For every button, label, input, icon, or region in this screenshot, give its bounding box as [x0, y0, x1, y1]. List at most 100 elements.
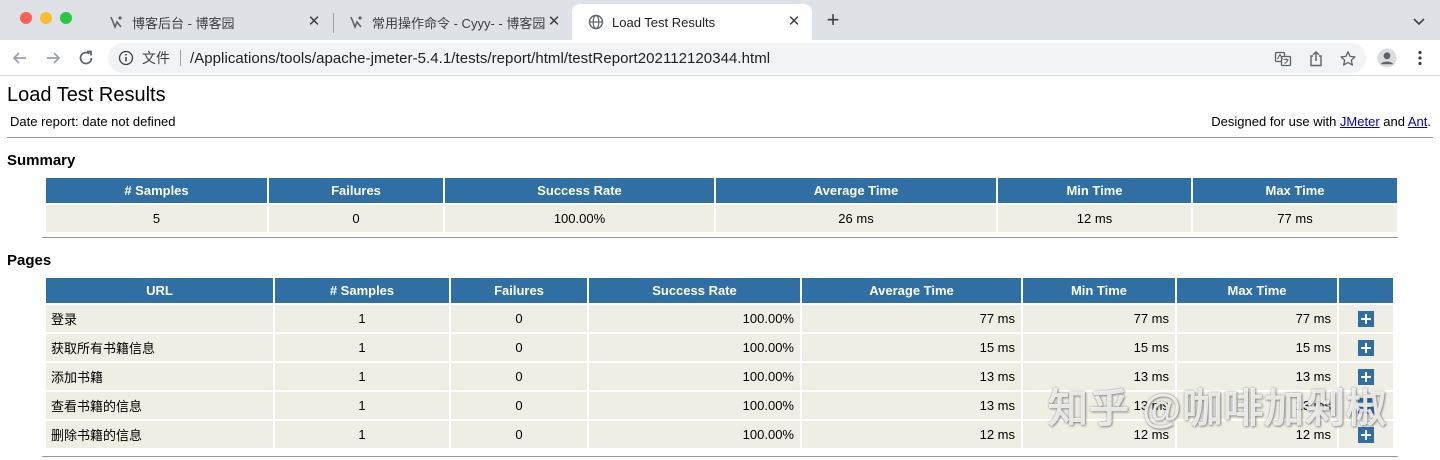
header-divider: [7, 137, 1433, 138]
table-cell: 5: [46, 205, 267, 232]
column-header: [1339, 278, 1393, 303]
column-header: Success Rate: [589, 278, 800, 303]
designed-prefix: Designed for use with: [1211, 114, 1340, 129]
tab-title: 博客后台 - 博客园: [132, 15, 235, 31]
expand-plus-icon[interactable]: [1358, 339, 1374, 356]
table-row: 获取所有书籍信息 1 0 100.00% 15 ms 15 ms 15 ms: [46, 334, 1393, 361]
table-cell: 0: [269, 205, 443, 232]
jmeter-link[interactable]: JMeter: [1340, 114, 1380, 129]
expand-cell: [1339, 334, 1393, 361]
column-header: # Samples: [275, 278, 449, 303]
url-cell: 添加书籍: [46, 363, 273, 390]
table-cell: 15 ms: [802, 334, 1021, 361]
tab-common-commands[interactable]: 常用操作命令 - Cyyy- - 博客园 ✕: [332, 4, 572, 40]
forward-icon[interactable]: [43, 48, 63, 68]
column-header: Min Time: [1023, 278, 1175, 303]
tab-blog-admin[interactable]: 博客后台 - 博客园 ✕: [92, 4, 332, 40]
url-cell: 登录: [46, 305, 273, 332]
column-header: Average Time: [802, 278, 1021, 303]
table-cell: 1: [275, 421, 449, 448]
tab-bar: 博客后台 - 博客园 ✕ 常用操作命令 - Cyyy- - 博客园 ✕ Load…: [0, 0, 1440, 40]
table-header-row: URL # Samples Failures Success Rate Aver…: [46, 278, 1393, 303]
new-tab-button[interactable]: +: [822, 9, 844, 32]
table-cell: 12 ms: [802, 421, 1021, 448]
designed-and: and: [1379, 114, 1408, 129]
table-cell: 0: [451, 305, 587, 332]
summary-divider: [42, 237, 1398, 238]
table-cell: 100.00%: [589, 334, 800, 361]
close-tab-icon[interactable]: ✕: [546, 14, 562, 30]
table-cell: 100.00%: [589, 363, 800, 390]
url-cell: 删除书籍的信息: [46, 421, 273, 448]
summary-heading: Summary: [7, 152, 76, 169]
table-cell: 0: [451, 392, 587, 419]
table-cell: 77 ms: [802, 305, 1021, 332]
tab-load-test-results[interactable]: Load Test Results ✕: [572, 4, 812, 40]
chevron-down-icon[interactable]: [1410, 12, 1428, 30]
reload-icon[interactable]: [76, 48, 96, 68]
column-header: Success Rate: [445, 178, 714, 203]
designed-for-note: Designed for use with JMeter and Ant.: [1211, 114, 1431, 129]
table-cell: 100.00%: [445, 205, 714, 232]
table-header-row: # Samples Failures Success Rate Average …: [46, 178, 1397, 203]
table-cell: 13 ms: [802, 392, 1021, 419]
address-url[interactable]: /Applications/tools/apache-jmeter-5.4.1/…: [190, 50, 770, 67]
translate-icon[interactable]: [1274, 50, 1292, 68]
address-divider: [180, 50, 181, 66]
column-header: Max Time: [1193, 178, 1397, 203]
share-icon[interactable]: [1307, 50, 1325, 68]
table-cell: 1: [275, 363, 449, 390]
expand-cell: [1339, 305, 1393, 332]
table-cell: 100.00%: [589, 305, 800, 332]
table-cell: 0: [451, 334, 587, 361]
expand-plus-icon[interactable]: [1358, 310, 1374, 327]
info-icon[interactable]: [118, 50, 134, 66]
column-header: Average Time: [716, 178, 996, 203]
ant-link[interactable]: Ant: [1408, 114, 1428, 129]
table-cell: 1: [275, 305, 449, 332]
table-cell: 100.00%: [589, 421, 800, 448]
column-header: Min Time: [998, 178, 1191, 203]
cnblogs-icon: [108, 14, 124, 30]
tab-title: 常用操作命令 - Cyyy- - 博客园: [372, 15, 546, 31]
address-scheme-label: 文件: [142, 50, 170, 66]
url-cell: 获取所有书籍信息: [46, 334, 273, 361]
date-report: Date report: date not defined: [10, 114, 176, 129]
table-cell: 15 ms: [1177, 334, 1337, 361]
table-cell: 12 ms: [998, 205, 1191, 232]
table-cell: 77 ms: [1193, 205, 1397, 232]
address-bar[interactable]: 文件 /Applications/tools/apache-jmeter-5.4…: [108, 43, 1366, 73]
back-icon[interactable]: [10, 48, 30, 68]
close-window-button[interactable]: [20, 12, 32, 24]
pages-heading: Pages: [7, 252, 52, 269]
column-header: Max Time: [1177, 278, 1337, 303]
table-cell: 15 ms: [1023, 334, 1175, 361]
table-cell: 13 ms: [802, 363, 1021, 390]
table-cell: 1: [275, 392, 449, 419]
close-tab-icon[interactable]: ✕: [786, 14, 802, 30]
table-cell: 100.00%: [589, 392, 800, 419]
table-cell: 1: [275, 334, 449, 361]
designed-suffix: .: [1427, 114, 1431, 129]
more-menu-icon[interactable]: [1410, 48, 1430, 68]
globe-icon: [588, 14, 604, 30]
profile-avatar-icon[interactable]: [1377, 48, 1397, 68]
minimize-window-button[interactable]: [40, 12, 52, 24]
column-header: URL: [46, 278, 273, 303]
close-tab-icon[interactable]: ✕: [306, 14, 322, 30]
browser-toolbar: 文件 /Applications/tools/apache-jmeter-5.4…: [0, 40, 1440, 76]
table-cell: 26 ms: [716, 205, 996, 232]
watermark-text: 知乎 @咖啡加剁椒: [1048, 387, 1388, 431]
table-row: 登录 1 0 100.00% 77 ms 77 ms 77 ms: [46, 305, 1393, 332]
table-cell: 0: [451, 363, 587, 390]
tab-title: Load Test Results: [612, 14, 716, 30]
table-cell: 77 ms: [1177, 305, 1337, 332]
column-header: # Samples: [46, 178, 267, 203]
url-cell: 查看书籍的信息: [46, 392, 273, 419]
pages-divider: [42, 456, 1398, 457]
bookmark-star-icon[interactable]: [1339, 50, 1357, 68]
column-header: Failures: [269, 178, 443, 203]
zoom-window-button[interactable]: [60, 12, 72, 24]
page-title: Load Test Results: [7, 84, 166, 106]
table-cell: 0: [451, 421, 587, 448]
